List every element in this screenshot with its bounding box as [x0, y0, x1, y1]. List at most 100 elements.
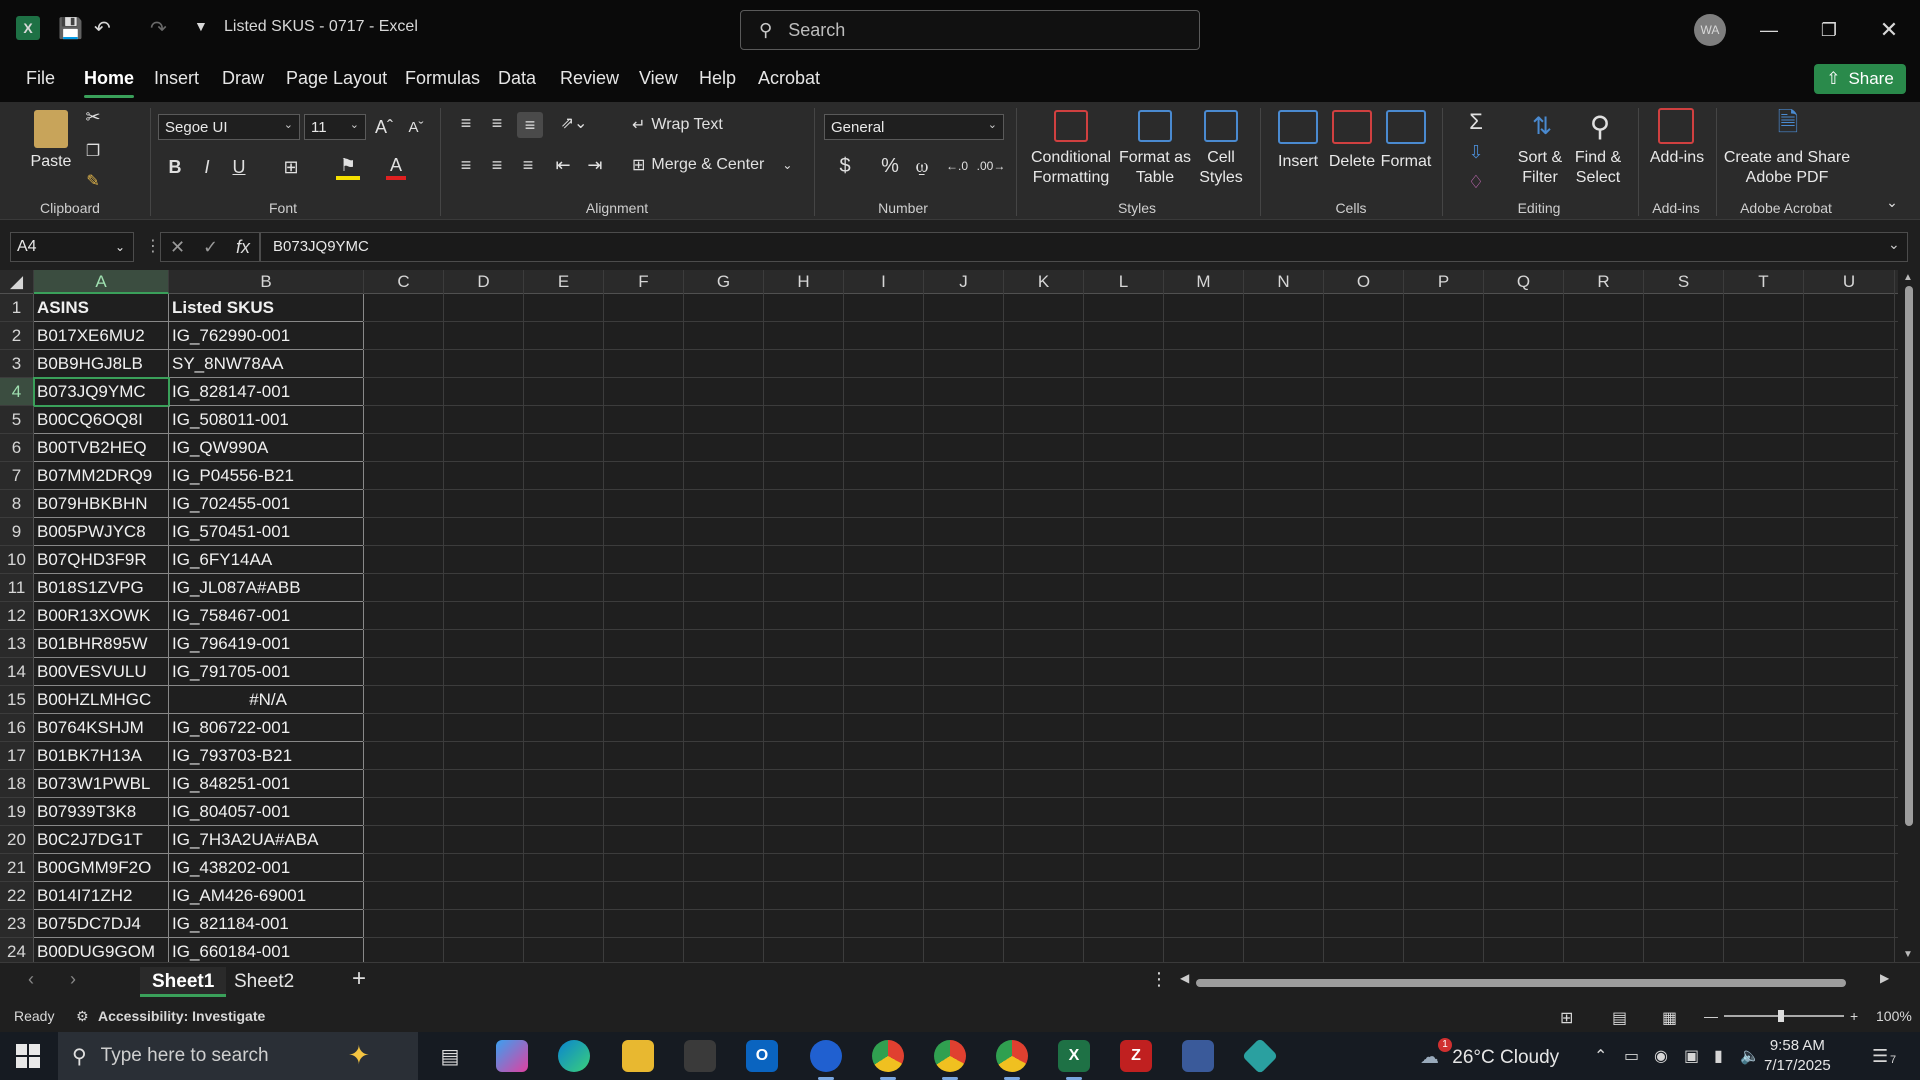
column-title-cell[interactable]: ASINS: [34, 294, 169, 322]
more-options-icon[interactable]: ⋮: [145, 236, 161, 256]
column-header-s[interactable]: S: [1644, 270, 1724, 294]
table-cell[interactable]: B075DC7DJ4: [34, 910, 169, 938]
undo-icon[interactable]: ↶: [94, 16, 111, 41]
cell-styles-button[interactable]: Cell Styles: [1199, 148, 1243, 188]
tab-review[interactable]: Review: [560, 68, 619, 89]
windows-start-icon[interactable]: [16, 1044, 40, 1068]
merge-center-button[interactable]: ⊞ Merge & Center ⌄: [632, 154, 792, 176]
horizontal-scrollbar[interactable]: [1196, 979, 1846, 987]
table-cell[interactable]: IG_796419-001: [169, 630, 364, 658]
column-header-o[interactable]: O: [1324, 270, 1404, 294]
table-cell[interactable]: B005PWJYC8: [34, 518, 169, 546]
insert-function-icon[interactable]: fx: [236, 237, 250, 258]
font-name-select[interactable]: Segoe UI ⌄: [158, 114, 300, 140]
row-header[interactable]: 1: [0, 294, 34, 322]
table-cell[interactable]: B00CQ6OQ8I: [34, 406, 169, 434]
fill-color-icon[interactable]: ⚑: [336, 154, 360, 180]
table-cell[interactable]: IG_6FY14AA: [169, 546, 364, 574]
table-cell[interactable]: IG_758467-001: [169, 602, 364, 630]
underline-icon[interactable]: U: [228, 154, 250, 180]
table-cell[interactable]: B0764KSHJM: [34, 714, 169, 742]
column-header-f[interactable]: F: [604, 270, 684, 294]
paste-icon[interactable]: [34, 110, 68, 148]
align-left-icon[interactable]: ≡: [455, 154, 477, 176]
sort-filter-button[interactable]: Sort & Filter: [1518, 148, 1562, 188]
format-as-table-button[interactable]: Format as Table: [1119, 148, 1191, 188]
notifications-icon[interactable]: ☰: [1872, 1046, 1888, 1067]
tab-data[interactable]: Data: [498, 68, 536, 89]
row-header[interactable]: 10: [0, 546, 34, 574]
calendar-app-icon[interactable]: [810, 1040, 842, 1080]
column-header-t[interactable]: T: [1724, 270, 1804, 294]
table-cell[interactable]: IG_438202-001: [169, 854, 364, 882]
row-header[interactable]: 12: [0, 602, 34, 630]
tab-file[interactable]: File: [26, 68, 55, 89]
column-header-q[interactable]: Q: [1484, 270, 1564, 294]
autosum-icon[interactable]: Σ: [1456, 109, 1496, 134]
outlook-icon[interactable]: O: [746, 1040, 778, 1072]
table-cell[interactable]: B073W1PWBL: [34, 770, 169, 798]
table-cell[interactable]: IG_7H3A2UA#ABA: [169, 826, 364, 854]
row-header[interactable]: 6: [0, 434, 34, 462]
page-layout-view-icon[interactable]: ▤: [1612, 1008, 1627, 1028]
create-pdf-icon[interactable]: 🗎: [1770, 107, 1806, 144]
volume-icon[interactable]: 🔈: [1740, 1046, 1760, 1066]
row-header[interactable]: 4: [0, 378, 34, 406]
redo-icon[interactable]: ↷: [150, 16, 167, 41]
zoom-out-icon[interactable]: —: [1704, 1008, 1718, 1024]
app-icon[interactable]: [1241, 1037, 1279, 1075]
table-cell[interactable]: B0C2J7DG1T: [34, 826, 169, 854]
vertical-scrollbar[interactable]: ▲ ▼: [1898, 270, 1920, 962]
row-header[interactable]: 13: [0, 630, 34, 658]
prev-sheet-icon[interactable]: ‹: [28, 969, 34, 990]
capture-icon[interactable]: ▣: [1684, 1046, 1699, 1066]
table-cell[interactable]: IG_702455-001: [169, 490, 364, 518]
table-cell[interactable]: IG_JL087A#ABB: [169, 574, 364, 602]
column-header-p[interactable]: P: [1404, 270, 1484, 294]
copy-icon[interactable]: ❐: [82, 140, 104, 162]
table-cell[interactable]: IG_P04556-B21: [169, 462, 364, 490]
scroll-thumb[interactable]: [1905, 286, 1913, 826]
zoom-level[interactable]: 100%: [1876, 1008, 1912, 1024]
cut-icon[interactable]: ✂: [82, 106, 104, 128]
row-header[interactable]: 20: [0, 826, 34, 854]
column-header-m[interactable]: M: [1164, 270, 1244, 294]
align-bottom-icon[interactable]: ≡: [517, 112, 543, 138]
clear-icon[interactable]: ♢: [1456, 170, 1496, 194]
table-cell[interactable]: B00R13XOWK: [34, 602, 169, 630]
create-share-pdf-button[interactable]: Create and Share Adobe PDF: [1724, 148, 1850, 188]
conditional-formatting-button[interactable]: Conditional Formatting: [1031, 148, 1111, 188]
row-header[interactable]: 8: [0, 490, 34, 518]
insert-cells-button[interactable]: Insert: [1278, 152, 1318, 172]
decrease-font-icon[interactable]: Aˇ: [404, 114, 428, 140]
share-button[interactable]: ⇧ Share: [1814, 64, 1906, 94]
tab-insert[interactable]: Insert: [154, 68, 199, 89]
sheet-tab-sheet2[interactable]: Sheet2: [222, 967, 306, 997]
zoom-slider-thumb[interactable]: [1778, 1010, 1784, 1022]
increase-indent-icon[interactable]: ⇥: [584, 154, 606, 176]
tab-page-layout[interactable]: Page Layout: [286, 68, 387, 89]
number-format-select[interactable]: General ⌄: [824, 114, 1004, 140]
decrease-decimal-icon[interactable]: .00→: [977, 154, 1006, 178]
row-header[interactable]: 3: [0, 350, 34, 378]
currency-icon[interactable]: $: [830, 154, 860, 178]
chrome-icon[interactable]: [934, 1040, 966, 1080]
search-input[interactable]: ⚲ Search: [740, 10, 1200, 50]
table-cell[interactable]: B00TVB2HEQ: [34, 434, 169, 462]
page-break-view-icon[interactable]: ▦: [1662, 1008, 1677, 1028]
collapse-ribbon-icon[interactable]: ⌄: [1882, 192, 1902, 212]
find-select-icon[interactable]: ⚲: [1580, 108, 1620, 144]
column-header-j[interactable]: J: [924, 270, 1004, 294]
align-top-icon[interactable]: ≡: [455, 112, 477, 134]
table-cell[interactable]: IG_762990-001: [169, 322, 364, 350]
table-cell[interactable]: B00GMM9F2O: [34, 854, 169, 882]
name-box[interactable]: A4 ⌄: [10, 232, 134, 262]
column-header-h[interactable]: H: [764, 270, 844, 294]
calculator-icon[interactable]: [1182, 1040, 1214, 1072]
percent-icon[interactable]: %: [878, 154, 902, 178]
insert-cells-icon[interactable]: [1278, 110, 1318, 144]
close-icon[interactable]: ✕: [1872, 14, 1906, 46]
format-painter-icon[interactable]: ✎: [82, 170, 104, 192]
column-header-a[interactable]: A: [34, 270, 169, 294]
format-as-table-icon[interactable]: [1138, 110, 1172, 142]
